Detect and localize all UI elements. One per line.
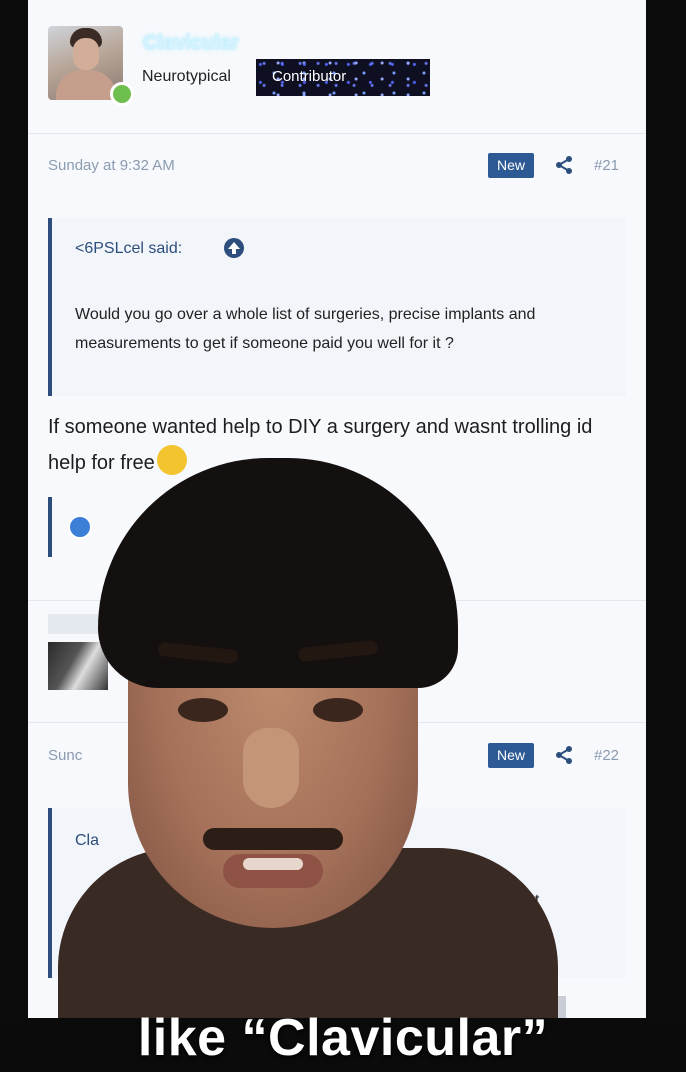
user-banner: Contributor — [256, 59, 430, 96]
video-letterbox-right — [646, 0, 686, 1072]
post-number[interactable]: #21 — [594, 157, 619, 174]
forum-screenshot: Clavicular Neurotypical Contributor Sund… — [28, 0, 646, 1022]
video-caption: like “Clavicular” — [137, 1009, 549, 1067]
banner-label: Contributor — [272, 68, 347, 85]
quote-arrow-icon[interactable] — [224, 238, 244, 258]
divider — [28, 133, 646, 134]
user-title: Neurotypical — [142, 68, 231, 85]
reaction-bar — [48, 497, 52, 557]
username[interactable]: Clavicular — [143, 32, 239, 55]
new-badge: New — [488, 153, 534, 178]
post-number[interactable]: #22 — [594, 747, 619, 764]
quote-text: Would you go over a whole list of surger… — [75, 306, 536, 352]
video-letterbox-left — [0, 0, 28, 1072]
share-icon[interactable] — [554, 155, 574, 175]
quote-block: <6PSLcel said: Would you go over a whole… — [48, 218, 626, 396]
post-date[interactable]: Sunday at 9:32 AM — [48, 157, 175, 174]
quote-author[interactable]: <6PSLcel said: — [75, 240, 182, 258]
online-indicator — [110, 82, 134, 106]
person-overlay — [58, 458, 558, 1018]
